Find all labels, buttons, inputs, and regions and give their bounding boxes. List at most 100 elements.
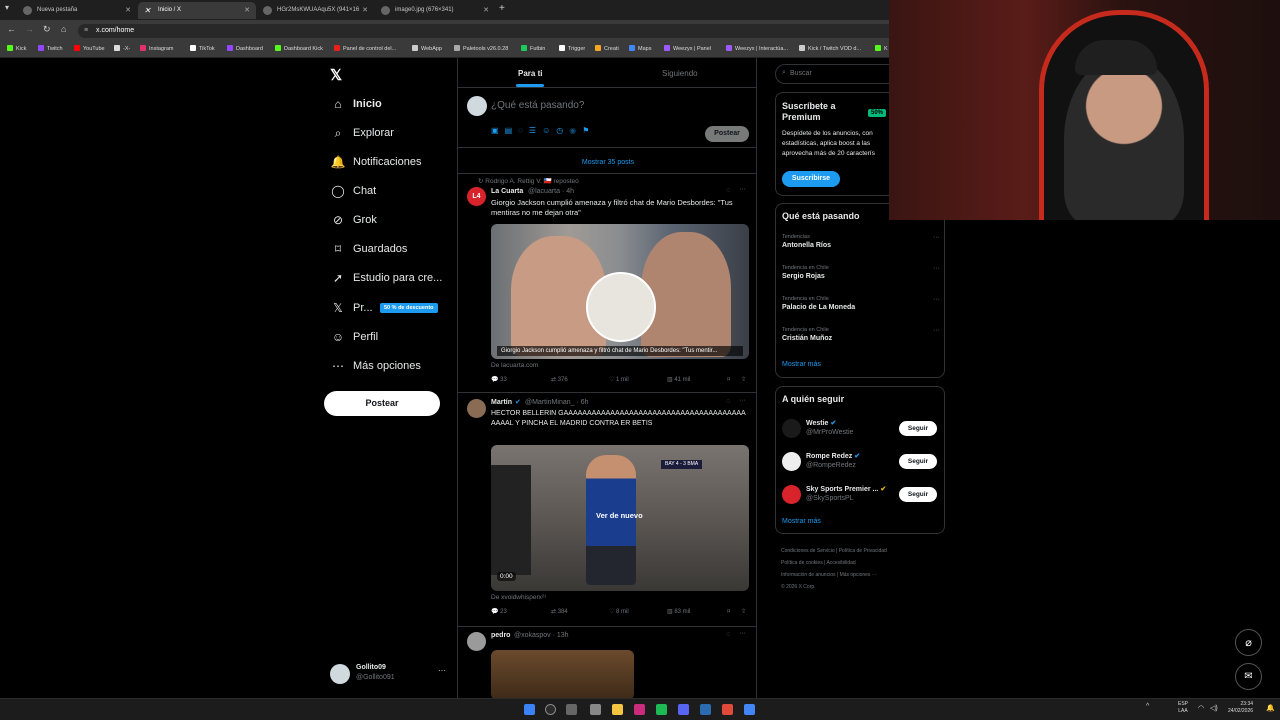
app-icon[interactable]: [722, 704, 733, 715]
more-icon[interactable]: ···: [438, 666, 446, 675]
more-icon[interactable]: ···: [933, 234, 940, 241]
task-view-icon[interactable]: [566, 704, 577, 715]
bookmark-item[interactable]: Trigger: [559, 45, 585, 52]
reply-button[interactable]: 💬 23: [491, 608, 507, 615]
spotify-icon[interactable]: [656, 704, 667, 715]
volume-icon[interactable]: ◁): [1210, 704, 1218, 712]
grok-floating-button[interactable]: ⌀: [1235, 629, 1262, 656]
bookmark-item[interactable]: TikTok: [190, 45, 215, 52]
bookmark-item[interactable]: Weezyx | Interactúa...: [726, 45, 788, 52]
views-button[interactable]: ▥ 41 mil: [667, 376, 690, 383]
bookmark-item[interactable]: Weezyx | Panel: [664, 45, 711, 52]
app-icon[interactable]: [634, 704, 645, 715]
notification-bell-icon[interactable]: 🔔: [1266, 704, 1275, 712]
reload-icon[interactable]: ↻: [43, 24, 51, 35]
bookmark-item[interactable]: Instagram: [140, 45, 173, 52]
bookmark-item[interactable]: Panel de control del...: [334, 45, 396, 52]
grok-icon[interactable]: ◌: [726, 187, 730, 194]
post[interactable]: pedro @xokaspov · 13h ◌ ···: [458, 627, 756, 698]
composer-input[interactable]: ¿Qué está pasando?: [491, 100, 584, 111]
post-author[interactable]: La Cuarta: [491, 188, 523, 195]
avatar[interactable]: [782, 485, 801, 504]
tray-chevron-icon[interactable]: ^: [1146, 703, 1149, 710]
follow-suggestion[interactable]: Westie ✔ @MrProWestie Seguir: [776, 417, 944, 443]
trend-item[interactable]: Tendencia en Chile Palacio de La Moneda ··…: [782, 296, 940, 322]
home-icon[interactable]: ⌂: [61, 24, 66, 34]
post-handle[interactable]: @MartinMinan_ · 6h: [525, 399, 589, 406]
bookmark-icon[interactable]: ⌑: [727, 376, 730, 383]
file-explorer-icon[interactable]: [612, 704, 623, 715]
more-icon[interactable]: ···: [739, 397, 746, 404]
x-logo-icon[interactable]: 𝕏: [330, 66, 342, 84]
poll-icon[interactable]: ☰: [529, 126, 542, 135]
tab-following[interactable]: Siguiendo: [662, 69, 698, 78]
bookmark-item[interactable]: Kick: [7, 45, 26, 52]
avatar[interactable]: [467, 632, 486, 651]
follow-show-more[interactable]: Mostrar más: [782, 518, 821, 525]
post-button[interactable]: Postear: [324, 391, 440, 416]
bookmark-item[interactable]: YouTube: [74, 45, 105, 52]
show-new-posts[interactable]: Mostrar 35 posts: [458, 148, 756, 174]
image-icon[interactable]: ▣: [491, 126, 505, 135]
language-indicator[interactable]: ESP LAA: [1178, 701, 1188, 715]
wifi-icon[interactable]: ◠: [1198, 704, 1204, 712]
app-icon[interactable]: [700, 704, 711, 715]
post[interactable]: Martín ✔ @MartinMinan_ · 6h ◌ ··· HECTOR…: [458, 393, 756, 627]
new-tab-icon[interactable]: +: [499, 3, 505, 14]
grok-icon[interactable]: ◌: [726, 398, 730, 405]
grok-icon[interactable]: ◌: [518, 126, 529, 135]
footer-link[interactable]: Más opciones ···: [840, 572, 877, 578]
more-icon[interactable]: ···: [933, 327, 940, 334]
footer-link[interactable]: Información de anuncios: [781, 572, 835, 578]
bookmark-item[interactable]: Maps: [629, 45, 651, 52]
bookmark-item[interactable]: Creati: [595, 45, 619, 52]
bookmark-item[interactable]: K: [875, 45, 888, 52]
post-handle[interactable]: @xokaspov · 13h: [514, 632, 569, 639]
bookmark-item[interactable]: Dashboard: [227, 45, 263, 52]
account-switcher[interactable]: Gollito09 @Gollito091 ···: [330, 662, 450, 686]
bookmark-item[interactable]: Paletools v26.0.28: [454, 45, 508, 52]
composer-post-button[interactable]: Postear: [705, 126, 749, 142]
more-icon[interactable]: ···: [739, 630, 746, 637]
follow-button[interactable]: Seguir: [899, 454, 937, 469]
more-icon[interactable]: ···: [933, 265, 940, 272]
post-media-card[interactable]: Giorgio Jackson cumplió amenaza y filtró…: [491, 224, 749, 359]
repost-button[interactable]: ⇄ 384: [551, 608, 568, 615]
discord-icon[interactable]: [678, 704, 689, 715]
post[interactable]: ↻ Rodrigo A. Rettig V. 🇨🇱 reposteó L4 La…: [458, 174, 756, 393]
tab-menu-icon[interactable]: ▾: [5, 3, 9, 12]
share-icon[interactable]: ⇧: [741, 608, 746, 615]
post-handle[interactable]: @lacuarta · 4h: [528, 188, 574, 195]
chrome-icon[interactable]: [744, 704, 755, 715]
close-icon[interactable]: ✕: [362, 2, 368, 19]
close-icon[interactable]: ✕: [244, 2, 250, 19]
footer-link[interactable]: Política de Privacidad: [839, 548, 887, 554]
video-source[interactable]: De xvoidwhisperx²¹: [491, 594, 546, 601]
tab-for-you[interactable]: Para ti: [518, 69, 542, 78]
flag-icon[interactable]: ⚑: [582, 126, 595, 135]
bookmark-item[interactable]: Kick / Twitch VOD d...: [799, 45, 861, 52]
close-icon[interactable]: ✕: [125, 2, 131, 19]
repost-button[interactable]: ⇄ 376: [551, 376, 568, 383]
avatar[interactable]: [467, 399, 486, 418]
clock[interactable]: 23:34 24/02/2026: [1228, 701, 1253, 715]
bookmark-item[interactable]: Twitch: [38, 45, 63, 52]
avatar[interactable]: [782, 419, 801, 438]
browser-tab-active[interactable]: ✕ Inicio / X ✕: [138, 2, 256, 19]
footer-link[interactable]: Política de cookies: [781, 560, 823, 566]
views-button[interactable]: ▥ 83 mil: [667, 608, 690, 615]
bookmark-item[interactable]: Dashboard Kick: [275, 45, 323, 52]
trend-item[interactable]: Tendencia en Chile Sergio Rojas ···: [782, 265, 940, 291]
bookmark-item[interactable]: Futbin: [521, 45, 545, 52]
more-icon[interactable]: ···: [933, 296, 940, 303]
footer-link[interactable]: Accesibilidad: [827, 560, 856, 566]
link-source[interactable]: De lacuarta.com: [491, 362, 538, 369]
footer-link[interactable]: Condiciones de Servicio: [781, 548, 835, 554]
url-input[interactable]: ≡ x.com/home: [78, 24, 898, 38]
more-icon[interactable]: ···: [739, 186, 746, 193]
location-icon[interactable]: ◉: [569, 126, 582, 135]
messages-floating-button[interactable]: ✉: [1235, 663, 1262, 690]
search-icon[interactable]: [545, 704, 556, 715]
trending-show-more[interactable]: Mostrar más: [782, 361, 821, 368]
bookmark-item[interactable]: -X-: [114, 45, 130, 52]
